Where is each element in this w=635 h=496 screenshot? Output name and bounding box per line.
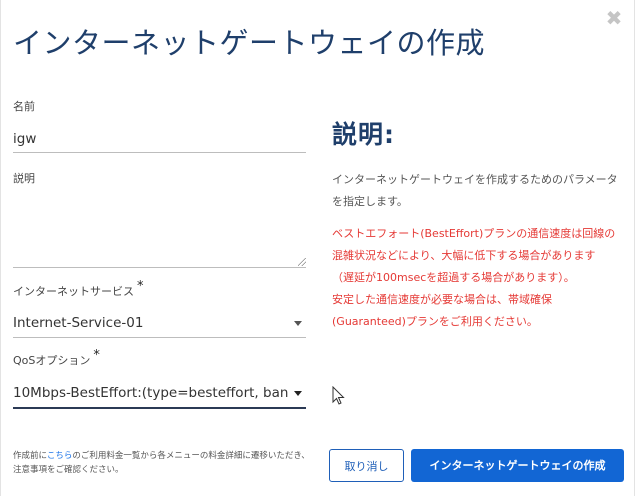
pricing-link[interactable]: こちら bbox=[47, 451, 73, 461]
description-label: 説明 bbox=[13, 172, 35, 185]
internet-service-value: Internet-Service-01 bbox=[13, 315, 144, 331]
footer-note: 作成前にこちらのご利用料金一覧から各メニューの料金詳細に遷移いただき、注意事項を… bbox=[13, 449, 318, 477]
internet-service-select[interactable]: Internet-Service-01 bbox=[13, 309, 306, 338]
warning-line: 安定した通信速度が必要な場合は、帯域確保 bbox=[332, 293, 552, 306]
help-body: インターネットゲートウェイを作成するためのパラメータを指定します。 bbox=[332, 173, 618, 208]
help-warning: ベストエフォート(BestEffort)プランの通信速度は回線の 混雑状況などに… bbox=[332, 223, 628, 333]
name-input[interactable]: igw bbox=[13, 126, 306, 153]
warning-line: （遅延が100msecを超過する場合があります）。 bbox=[332, 271, 575, 284]
warning-line: ベストエフォート(BestEffort)プランの通信速度は回線の bbox=[332, 227, 616, 240]
create-internet-gateway-dialog: インターネットゲートウェイの作成 ✖ 名前 igw 説明 インターネットサービス… bbox=[0, 0, 635, 496]
chevron-down-icon bbox=[294, 391, 302, 396]
help-title: 説明: bbox=[332, 120, 395, 149]
internet-service-label: インターネットサービス * bbox=[13, 279, 144, 299]
resize-grip-icon[interactable] bbox=[298, 258, 306, 266]
footer-note-prefix: 作成前に bbox=[13, 451, 47, 461]
qos-value: 10Mbps-BestEffort:(type=besteffort, band… bbox=[13, 385, 289, 401]
mouse-pointer-icon bbox=[332, 386, 345, 405]
required-mark: * bbox=[137, 279, 144, 294]
qos-label: QoSオプション * bbox=[13, 348, 100, 368]
name-label: 名前 bbox=[13, 100, 35, 113]
close-icon[interactable]: ✖ bbox=[604, 8, 624, 28]
dialog-title: インターネットゲートウェイの作成 bbox=[13, 26, 486, 60]
description-textarea[interactable] bbox=[13, 190, 306, 268]
qos-select[interactable]: 10Mbps-BestEffort:(type=besteffort, band… bbox=[13, 379, 306, 409]
chevron-down-icon bbox=[294, 321, 302, 326]
warning-line: (Guaranteed)プランをご利用ください。 bbox=[332, 315, 538, 328]
required-mark: * bbox=[93, 348, 100, 363]
help-panel: 説明: インターネットゲートウェイを作成するためのパラメータを指定します。 ベス… bbox=[332, 115, 628, 333]
create-gateway-button[interactable]: インターネットゲートウェイの作成 bbox=[411, 449, 624, 482]
internet-service-label-text: インターネットサービス bbox=[13, 285, 134, 298]
cancel-button[interactable]: 取り消し bbox=[329, 449, 404, 482]
qos-label-text: QoSオプション bbox=[13, 354, 91, 367]
warning-line: 混雑状況などにより、大幅に低下する場合があります bbox=[332, 249, 596, 262]
